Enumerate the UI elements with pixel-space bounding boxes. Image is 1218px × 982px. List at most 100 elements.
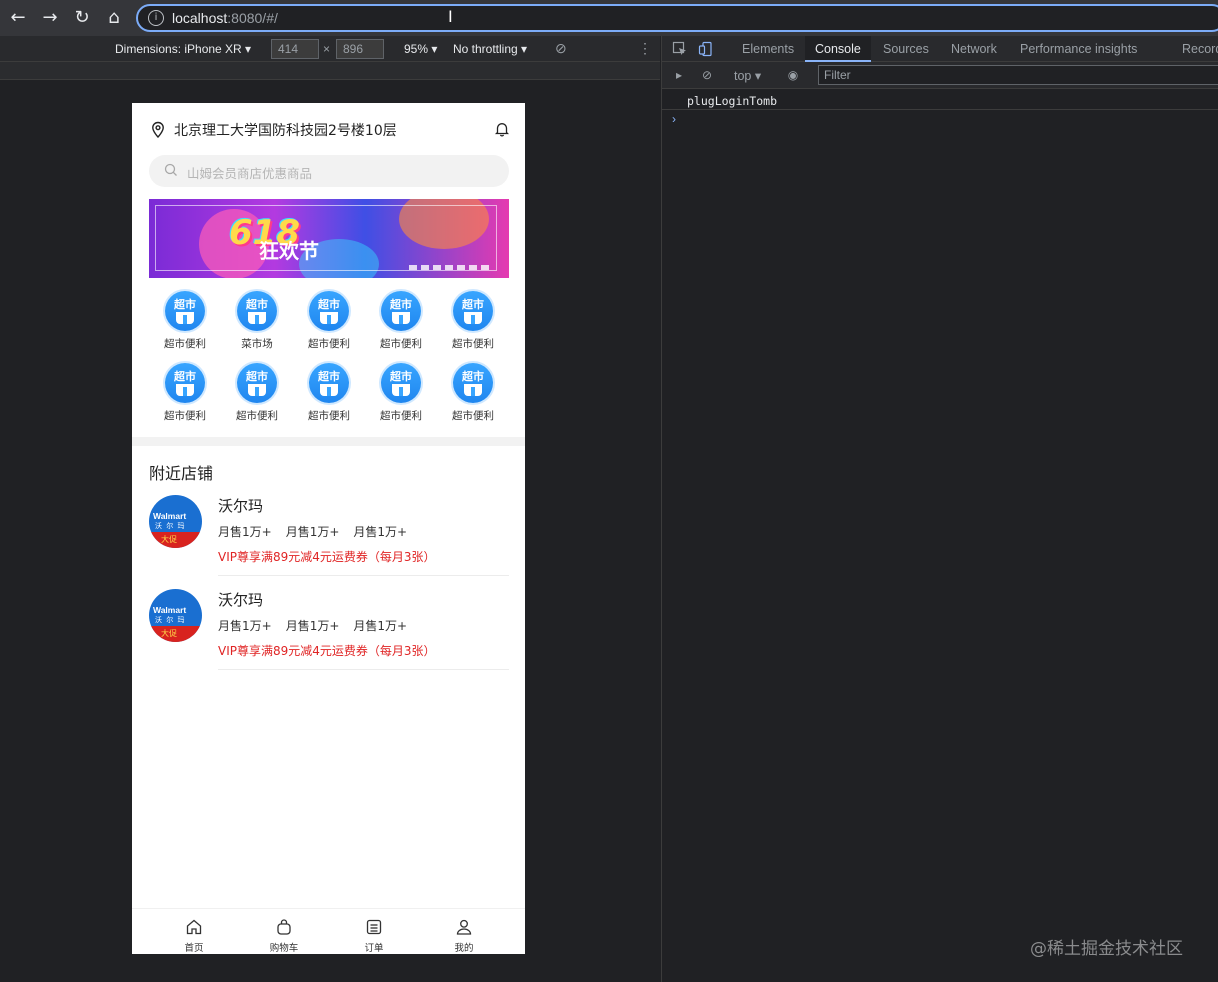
inspect-element-icon[interactable] xyxy=(672,41,688,57)
category-item[interactable]: 超市 超市便利 xyxy=(365,363,437,429)
banner-decoration xyxy=(409,265,489,270)
category-label: 超市便利 xyxy=(164,338,206,350)
sidebar-toggle-icon[interactable]: ▸ xyxy=(672,68,686,82)
clear-console-icon[interactable]: ⊘ xyxy=(700,68,714,82)
category-item[interactable]: 超市 菜市场 xyxy=(221,291,293,357)
tab-label: 购物车 xyxy=(269,943,299,954)
supermarket-icon: 超市 xyxy=(309,363,349,403)
category-label: 超市便利 xyxy=(380,338,422,350)
supermarket-icon: 超市 xyxy=(237,291,277,331)
console-toolbar: ▸ ⊘ top ▾ ◉ Filter xyxy=(662,62,1218,89)
store-promo: VIP尊享满89元减4元运费券（每月3张） xyxy=(218,644,436,658)
text-cursor-icon: Ι xyxy=(448,7,453,26)
store-card[interactable]: Walmart 沃 尔 玛 大促 沃尔玛 月售1万+ 月售1万+ 月售1万+ VIP… xyxy=(149,589,509,673)
supermarket-icon: 超市 xyxy=(381,291,421,331)
supermarket-icon: 超市 xyxy=(453,291,493,331)
tab-label: 首页 xyxy=(184,943,204,954)
console-log-message: plugLoginTomb xyxy=(687,94,778,108)
more-options-icon[interactable]: ⋮ xyxy=(638,40,652,57)
category-label: 超市便利 xyxy=(452,338,494,350)
address-bar[interactable]: i localhost:8080/#/ xyxy=(136,4,1218,32)
walmart-logo: Walmart 沃 尔 玛 大促 xyxy=(149,495,202,548)
cart-icon xyxy=(277,919,291,935)
category-item[interactable]: 超市 超市便利 xyxy=(149,291,221,357)
tab-orders[interactable]: 订单 xyxy=(329,909,419,954)
tab-label: 我的 xyxy=(454,943,474,954)
tab-label: 订单 xyxy=(364,943,384,954)
tab-profile[interactable]: 我的 xyxy=(419,909,509,954)
category-item[interactable]: 超市 超市便利 xyxy=(293,363,365,429)
supermarket-icon: 超市 xyxy=(381,363,421,403)
tab-performance-insights[interactable]: Performance insights xyxy=(1010,36,1147,62)
device-height-input[interactable]: 896 xyxy=(336,39,384,59)
phone-viewport: 北京理工大学国防科技园2号楼10层 山姆会员商店优惠商品 618 狂欢节 超市 … xyxy=(132,103,525,954)
watermark: @稀土掘金技术社区 xyxy=(1030,939,1183,959)
supermarket-icon: 超市 xyxy=(237,363,277,403)
home-icon[interactable]: ⌂ xyxy=(102,6,126,30)
category-label: 超市便利 xyxy=(452,410,494,422)
supermarket-icon: 超市 xyxy=(165,291,205,331)
home-icon xyxy=(186,919,202,935)
browser-toolbar: ← → ↻ ⌂ i localhost:8080/#/ Ι xyxy=(0,0,1218,36)
tab-console[interactable]: Console xyxy=(805,36,871,62)
tab-elements[interactable]: Elements xyxy=(732,36,804,62)
forward-arrow-icon[interactable]: → xyxy=(38,6,62,30)
store-stats: 月售1万+ 月售1万+ 月售1万+ xyxy=(218,525,408,539)
promo-banner[interactable]: 618 狂欢节 xyxy=(149,199,509,278)
store-name: 沃尔玛 xyxy=(218,497,264,515)
user-icon xyxy=(456,919,472,935)
device-toolbar: Dimensions: iPhone XR ▾ 414 × 896 95% ▾ … xyxy=(0,36,660,62)
tab-recorder[interactable]: Recorder xyxy=(1172,36,1218,62)
bottom-tab-bar: 首页 购物车 订单 我的 xyxy=(132,908,525,954)
eye-icon[interactable]: ◉ xyxy=(786,68,800,82)
reload-icon[interactable]: ↻ xyxy=(70,6,94,30)
rotate-icon[interactable]: ⊘ xyxy=(555,40,567,57)
tab-home[interactable]: 首页 xyxy=(149,909,239,954)
tab-sources[interactable]: Sources xyxy=(873,36,939,62)
store-card[interactable]: Walmart 沃 尔 玛 大促 沃尔玛 月售1万+ 月售1万+ 月售1万+ VIP… xyxy=(149,495,509,579)
throttling-select[interactable]: No throttling ▾ xyxy=(453,42,527,56)
device-toggle-icon[interactable] xyxy=(698,41,714,57)
site-info-icon[interactable]: i xyxy=(148,10,164,26)
zoom-select[interactable]: 95% ▾ xyxy=(404,42,437,56)
bell-icon[interactable] xyxy=(494,121,510,137)
order-icon xyxy=(366,919,382,935)
store-separator xyxy=(218,575,509,576)
location-pin-icon xyxy=(152,121,164,139)
context-select[interactable]: top ▾ xyxy=(734,68,761,83)
tab-network[interactable]: Network xyxy=(941,36,1007,62)
search-icon xyxy=(164,163,177,176)
category-label: 菜市场 xyxy=(241,338,273,350)
category-item[interactable]: 超市 超市便利 xyxy=(293,291,365,357)
supermarket-icon: 超市 xyxy=(309,291,349,331)
category-item[interactable]: 超市 超市便利 xyxy=(149,363,221,429)
device-dimensions-select[interactable]: Dimensions: iPhone XR ▾ xyxy=(115,42,251,56)
back-arrow-icon[interactable]: ← xyxy=(6,6,30,30)
tab-cart[interactable]: 购物车 xyxy=(239,909,329,954)
devtools-panel: Elements Console Sources Network Perform… xyxy=(661,36,1218,982)
category-item[interactable]: 超市 超市便利 xyxy=(437,363,509,429)
search-input[interactable]: 山姆会员商店优惠商品 xyxy=(149,155,509,187)
category-item[interactable]: 超市 超市便利 xyxy=(437,291,509,357)
category-label: 超市便利 xyxy=(308,410,350,422)
ruler xyxy=(0,62,660,80)
banner-subtitle: 狂欢节 xyxy=(259,239,319,263)
location-header[interactable]: 北京理工大学国防科技园2号楼10层 xyxy=(150,119,510,141)
category-item[interactable]: 超市 超市便利 xyxy=(221,363,293,429)
category-label: 超市便利 xyxy=(236,410,278,422)
category-label: 超市便利 xyxy=(380,410,422,422)
dimension-separator: × xyxy=(323,42,331,56)
store-stats: 月售1万+ 月售1万+ 月售1万+ xyxy=(218,619,408,633)
address-label[interactable]: 北京理工大学国防科技园2号楼10层 xyxy=(174,120,397,140)
url-text[interactable]: localhost:8080/#/ xyxy=(172,10,278,26)
banner-frame xyxy=(155,205,497,271)
category-item[interactable]: 超市 超市便利 xyxy=(365,291,437,357)
console-filter-input[interactable]: Filter xyxy=(818,65,1218,85)
category-label: 超市便利 xyxy=(164,410,206,422)
console-prompt[interactable]: › xyxy=(672,112,676,126)
category-label: 超市便利 xyxy=(308,338,350,350)
supermarket-icon: 超市 xyxy=(453,363,493,403)
nearby-stores-title: 附近店铺 xyxy=(149,464,214,483)
device-width-input[interactable]: 414 xyxy=(271,39,319,59)
devtools-tabs: Elements Console Sources Network Perform… xyxy=(662,36,1218,62)
